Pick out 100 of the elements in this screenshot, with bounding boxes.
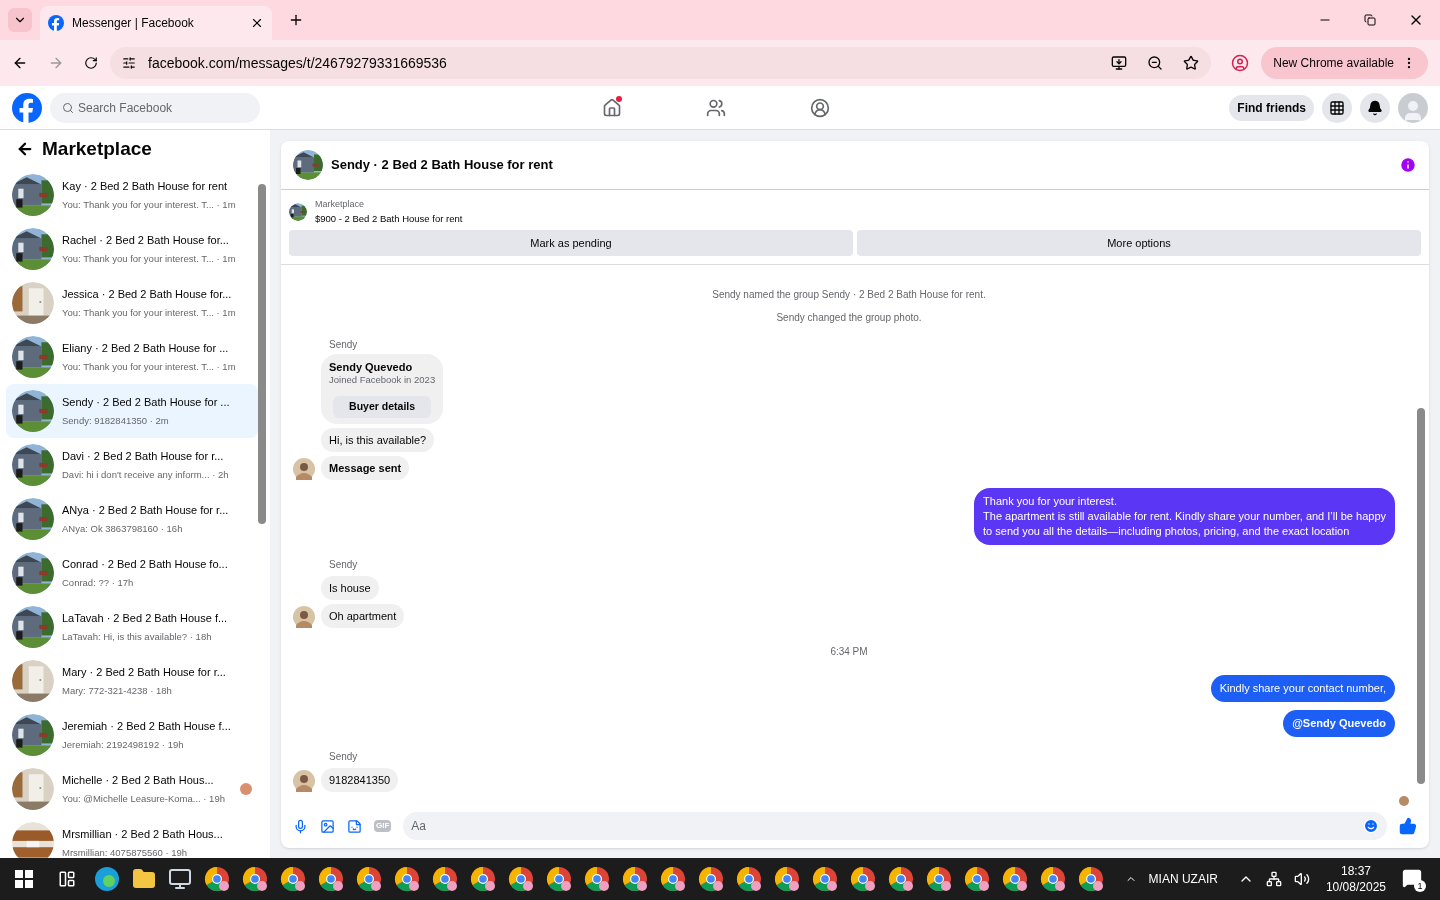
- conversation-item[interactable]: Mary · 2 Bed 2 Bath House for r... Mary: 772-321-4238 · 18h: [6, 654, 258, 708]
- chrome-icon[interactable]: [964, 866, 990, 892]
- new-tab-icon[interactable]: [288, 12, 304, 28]
- back-icon[interactable]: [12, 55, 28, 71]
- friends-icon[interactable]: [706, 97, 726, 118]
- notification-button[interactable]: 1: [1402, 868, 1424, 890]
- browser-tab[interactable]: Messenger | Facebook: [40, 6, 272, 40]
- conversation-item[interactable]: LaTavah · 2 Bed 2 Bath House f... LaTavah: Hi, is this available? · 18h: [6, 600, 258, 654]
- volume-icon[interactable]: [1293, 871, 1310, 887]
- task-view-icon[interactable]: [58, 870, 76, 888]
- search-field[interactable]: Search Facebook: [50, 92, 260, 123]
- listing-action-button[interactable]: More options: [857, 229, 1421, 256]
- find-friends-button[interactable]: Find friends: [1229, 94, 1314, 121]
- install-icon[interactable]: [1111, 55, 1128, 71]
- chrome-icon[interactable]: [204, 866, 230, 892]
- chrome-icon[interactable]: [736, 866, 762, 892]
- avatar-icon: [293, 769, 315, 792]
- seen-avatar: [240, 783, 252, 795]
- facebook-logo-icon[interactable]: [12, 92, 42, 123]
- reload-icon[interactable]: [84, 56, 98, 70]
- url-text: facebook.com/messages/t/24679279331669536: [148, 53, 448, 73]
- chrome-icon[interactable]: [508, 866, 534, 892]
- bookmark-icon[interactable]: [1183, 55, 1200, 71]
- chrome-icon[interactable]: [1040, 866, 1066, 892]
- chrome-icon[interactable]: [698, 866, 724, 892]
- sticker-icon[interactable]: [347, 818, 362, 834]
- chrome-icon[interactable]: [394, 866, 420, 892]
- chrome-icon[interactable]: [470, 866, 496, 892]
- conversation-item[interactable]: Jeremiah · 2 Bed 2 Bath House f... Jeremiah: 2192498192 · 19h: [6, 708, 258, 762]
- photo-icon[interactable]: [320, 818, 335, 834]
- chrome-icon[interactable]: [280, 866, 306, 892]
- facebook-logo-icon[interactable]: [48, 15, 64, 31]
- seen-avatar-icon: [1399, 796, 1409, 806]
- profile-detail: Joined Facebook in 2023: [329, 373, 436, 386]
- chrome-icon[interactable]: [1002, 866, 1028, 892]
- notifications-button[interactable]: [1360, 92, 1390, 123]
- conversation-item[interactable]: Eliany · 2 Bed 2 Bath House for ... You: Thank you for your interest. T... · 1m: [6, 330, 258, 384]
- tab-list-button[interactable]: [8, 8, 32, 32]
- info-icon[interactable]: [1399, 156, 1417, 174]
- conversation-preview: LaTavah: Hi, is this available? · 18h: [62, 630, 213, 645]
- chrome-icon[interactable]: [546, 866, 572, 892]
- chrome-icon[interactable]: [660, 866, 686, 892]
- buyer-details-button[interactable]: Buyer details: [333, 395, 432, 418]
- chrome-icon[interactable]: [888, 866, 914, 892]
- listing-action-button[interactable]: Mark as pending: [289, 229, 853, 256]
- chrome-icon[interactable]: [850, 866, 876, 892]
- conversation-item[interactable]: Michelle · 2 Bed 2 Bath Hous... You: @Michelle Leasure-Koma... · 19h: [6, 762, 258, 816]
- conversation-item[interactable]: Kay · 2 Bed 2 Bath House for rent You: Thank you for your interest. T... · 1m: [6, 168, 258, 222]
- conversation-title: Conrad · 2 Bed 2 Bath House fo...: [62, 556, 229, 572]
- conversation-item[interactable]: Rachel · 2 Bed 2 Bath House for... You: Thank you for your interest. T... · 1m: [6, 222, 258, 276]
- browser-icon[interactable]: [94, 866, 120, 892]
- microphone-icon[interactable]: [293, 818, 308, 834]
- incoming-message: Message sent: [321, 455, 410, 480]
- like-icon[interactable]: [1399, 817, 1417, 835]
- chrome-icon[interactable]: [242, 866, 268, 892]
- windows-logo-icon[interactable]: [15, 870, 33, 888]
- message-field[interactable]: Aa: [403, 812, 1387, 840]
- chrome-icon[interactable]: [432, 866, 458, 892]
- timestamp: 6:34 PM: [830, 644, 868, 659]
- profile-icon[interactable]: [1231, 54, 1250, 72]
- conversation-item[interactable]: Conrad · 2 Bed 2 Bath House fo... Conrad: ?? · 17h: [6, 546, 258, 600]
- chrome-icon[interactable]: [774, 866, 800, 892]
- conversation-preview: You: Thank you for your interest. T... · 1m: [62, 360, 234, 375]
- clock-date: 10/08/2025: [1325, 879, 1386, 895]
- conversation-item[interactable]: Jessica · 2 Bed 2 Bath House for... You: Thank you for your interest. T... · 1m: [6, 276, 258, 330]
- chrome-icon[interactable]: [622, 866, 648, 892]
- back-icon[interactable]: [16, 140, 34, 158]
- home-icon[interactable]: [602, 97, 622, 118]
- conversation-title: Eliany · 2 Bed 2 Bath House for ...: [62, 340, 230, 356]
- conversation-preview: Jeremiah: 2192498192 · 19h: [62, 738, 185, 753]
- conversation-title: Jeremiah · 2 Bed 2 Bath House f...: [62, 718, 232, 734]
- groups-icon[interactable]: [810, 97, 830, 118]
- restore-icon[interactable]: [1364, 14, 1376, 26]
- chrome-icon[interactable]: [356, 866, 382, 892]
- chrome-icon[interactable]: [926, 866, 952, 892]
- zoom-icon[interactable]: [1147, 55, 1164, 71]
- conversation-title: Kay · 2 Bed 2 Bath House for rent: [62, 178, 229, 194]
- conversation-item[interactable]: Davi · 2 Bed 2 Bath House for r... Davi: hi i don't receive any inform... · 2h: [6, 438, 258, 492]
- chrome-icon[interactable]: [584, 866, 610, 892]
- message-line: Thank you for your interest.: [983, 493, 1118, 509]
- close-icon[interactable]: [250, 16, 264, 30]
- conversation-title: Mrsmillian · 2 Bed 2 Bath Hous...: [62, 826, 224, 842]
- chrome-icon[interactable]: [318, 866, 344, 892]
- conversation-preview: Davi: hi i don't receive any inform... · 2h: [62, 468, 230, 483]
- update-button[interactable]: New Chrome available: [1261, 47, 1428, 79]
- conversation-title: Rachel · 2 Bed 2 Bath House for...: [62, 232, 230, 248]
- app-icon[interactable]: [168, 867, 192, 891]
- conversation-item[interactable]: ANya · 2 Bed 2 Bath House for r... ANya: Ok 3863798160 · 16h: [6, 492, 258, 546]
- user-name: MIAN UZAIR: [1148, 871, 1218, 888]
- network-icon[interactable]: [1265, 871, 1282, 887]
- folder-icon[interactable]: [132, 867, 156, 891]
- conversation-preview: Mrsmillian: 4075875560 · 19h: [62, 846, 189, 858]
- menu-button[interactable]: [1322, 92, 1352, 123]
- chrome-icon[interactable]: [812, 866, 838, 892]
- address-bar[interactable]: facebook.com/messages/t/24679279331669536: [110, 47, 1212, 79]
- site-info-icon[interactable]: [122, 56, 136, 70]
- message-line: The apartment is still available for rent. Kindly share your number, and I’ll be happy: [983, 508, 1386, 524]
- conversation-item[interactable]: Sendy · 2 Bed 2 Bath House for ... Sendy: 9182841350 · 2m: [6, 384, 258, 438]
- chrome-icon[interactable]: [1078, 866, 1104, 892]
- conversation-title: ANya · 2 Bed 2 Bath House for r...: [62, 502, 230, 518]
